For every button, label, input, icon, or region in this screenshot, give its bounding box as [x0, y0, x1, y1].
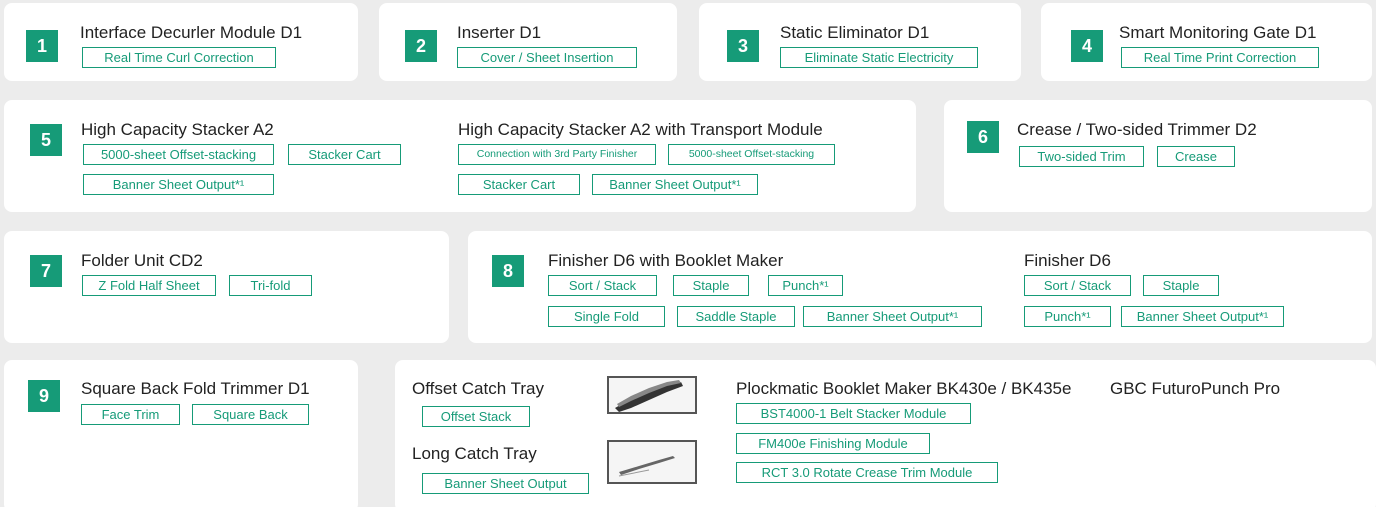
module-number-badge: 6: [967, 121, 999, 153]
module-card-6: 6 Crease / Two-sided Trimmer D2 Two-side…: [944, 100, 1372, 212]
module-title: Static Eliminator D1: [780, 23, 930, 42]
module-number-badge: 2: [405, 30, 437, 62]
module-card-5: 5 High Capacity Stacker A2 5000-sheet Of…: [4, 100, 916, 212]
feature-tag: Eliminate Static Electricity: [780, 47, 978, 68]
feature-tag: Staple: [673, 275, 749, 296]
module-number-badge: 3: [727, 30, 759, 62]
feature-tag: Stacker Cart: [458, 174, 580, 195]
feature-tag: Square Back: [192, 404, 309, 425]
module-card-1: 1 Interface Decurler Module D1 Real Time…: [4, 3, 358, 81]
feature-tag: Sort / Stack: [548, 275, 657, 296]
feature-tag: BST4000-1 Belt Stacker Module: [736, 403, 971, 424]
feature-tag: Punch*¹: [768, 275, 843, 296]
long-catch-tray-title: Long Catch Tray: [412, 444, 537, 463]
feature-tag: Face Trim: [81, 404, 180, 425]
module-title: High Capacity Stacker A2: [81, 120, 274, 139]
feature-tag: 5000-sheet Offset-stacking: [83, 144, 274, 165]
offset-catch-tray-title: Offset Catch Tray: [412, 379, 544, 398]
module-card-2: 2 Inserter D1 Cover / Sheet Insertion: [379, 3, 677, 81]
feature-tag: Banner Sheet Output: [422, 473, 589, 494]
module-title: Square Back Fold Trimmer D1: [81, 379, 310, 398]
module-number-badge: 9: [28, 380, 60, 412]
gbc-futuropunch-title: GBC FuturoPunch Pro: [1110, 379, 1281, 398]
plockmatic-title: Plockmatic Booklet Maker BK430e / BK435e: [736, 379, 1072, 398]
module-number-badge: 1: [26, 30, 58, 62]
module-title: Crease / Two-sided Trimmer D2: [1017, 120, 1257, 139]
feature-tag: Offset Stack: [422, 406, 530, 427]
feature-tag: Banner Sheet Output*¹: [803, 306, 982, 327]
feature-tag: Real Time Curl Correction: [82, 47, 276, 68]
feature-tag: Single Fold: [548, 306, 665, 327]
module-number-badge: 7: [30, 255, 62, 287]
feature-tag: Z Fold Half Sheet: [82, 275, 216, 296]
feature-tag: Banner Sheet Output*¹: [1121, 306, 1284, 327]
feature-tag: Staple: [1143, 275, 1219, 296]
other-options-card: Offset Catch Tray Offset Stack Long Catc…: [395, 360, 1376, 507]
module-title: Interface Decurler Module D1: [80, 23, 303, 42]
module-title: Smart Monitoring Gate D1: [1119, 23, 1317, 42]
feature-tag: FM400e Finishing Module: [736, 433, 930, 454]
long-catch-tray-image: [607, 440, 697, 484]
feature-tag: Saddle Staple: [677, 306, 795, 327]
feature-tag: RCT 3.0 Rotate Crease Trim Module: [736, 462, 998, 483]
feature-tag: Connection with 3rd Party Finisher: [458, 144, 656, 165]
feature-tag: Two-sided Trim: [1019, 146, 1144, 167]
feature-tag: Stacker Cart: [288, 144, 401, 165]
module-variant-title: Finisher D6: [1024, 251, 1111, 270]
module-card-7: 7 Folder Unit CD2 Z Fold Half Sheet Tri-…: [4, 231, 449, 343]
module-title: Folder Unit CD2: [81, 251, 203, 270]
feature-tag: Cover / Sheet Insertion: [457, 47, 637, 68]
module-card-3: 3 Static Eliminator D1 Eliminate Static …: [699, 3, 1021, 81]
module-number-badge: 5: [30, 124, 62, 156]
feature-tag: Sort / Stack: [1024, 275, 1131, 296]
module-number-badge: 4: [1071, 30, 1103, 62]
module-title: Finisher D6 with Booklet Maker: [548, 251, 784, 270]
module-card-4: 4 Smart Monitoring Gate D1 Real Time Pri…: [1041, 3, 1372, 81]
feature-tag: Banner Sheet Output*¹: [592, 174, 758, 195]
module-card-9: 9 Square Back Fold Trimmer D1 Face Trim …: [4, 360, 358, 507]
module-card-8: 8 Finisher D6 with Booklet Maker Sort / …: [468, 231, 1372, 343]
module-number-badge: 8: [492, 255, 524, 287]
feature-tag: Punch*¹: [1024, 306, 1111, 327]
feature-tag: Banner Sheet Output*¹: [83, 174, 274, 195]
offset-catch-tray-image: [607, 376, 697, 414]
feature-tag: Tri-fold: [229, 275, 312, 296]
module-title: Inserter D1: [457, 23, 542, 42]
feature-tag: 5000-sheet Offset-stacking: [668, 144, 835, 165]
feature-tag: Crease: [1157, 146, 1235, 167]
feature-tag: Real Time Print Correction: [1121, 47, 1319, 68]
module-variant-title: High Capacity Stacker A2 with Transport …: [458, 120, 823, 139]
